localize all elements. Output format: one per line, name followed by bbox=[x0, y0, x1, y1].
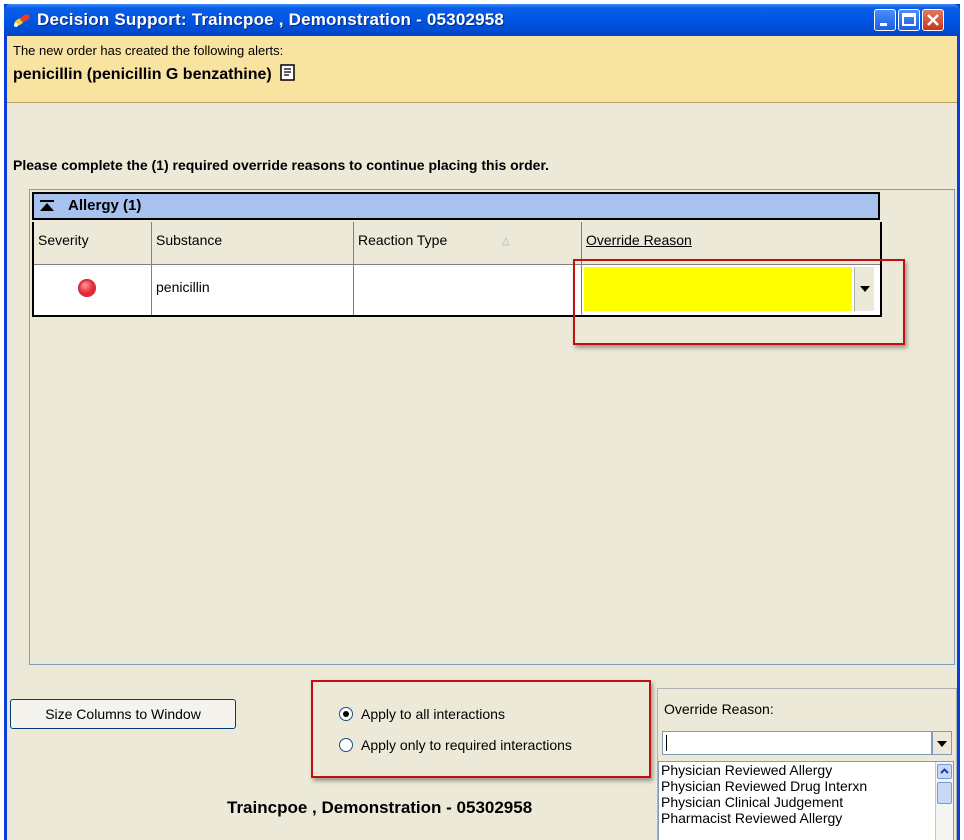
scroll-up-button[interactable] bbox=[937, 764, 952, 779]
alert-drug-name[interactable]: penicillin (penicillin G benzathine) bbox=[13, 66, 272, 83]
list-scrollbar[interactable] bbox=[935, 762, 953, 840]
maximize-icon bbox=[902, 13, 916, 26]
alert-intro-text: The new order has created the following … bbox=[13, 43, 284, 58]
substance-cell: penicillin bbox=[152, 265, 354, 315]
override-reason-list[interactable]: Physician Reviewed Allergy Physician Rev… bbox=[658, 761, 954, 840]
window-client-area: The new order has created the following … bbox=[7, 36, 957, 840]
window-title: Decision Support: Traincpoe , Demonstrat… bbox=[37, 10, 505, 29]
pills-icon bbox=[14, 14, 30, 27]
close-icon bbox=[927, 14, 939, 26]
collapse-arrow-icon[interactable] bbox=[40, 200, 54, 212]
list-item[interactable]: Physician Reviewed Allergy bbox=[659, 762, 953, 778]
minimize-icon bbox=[880, 23, 887, 26]
document-icon[interactable] bbox=[280, 64, 296, 81]
decision-support-window: Decision Support: Traincpoe , Demonstrat… bbox=[4, 4, 960, 840]
column-header-severity[interactable]: Severity bbox=[34, 222, 152, 264]
alert-panel: The new order has created the following … bbox=[7, 36, 957, 103]
allergy-group-label: Allergy (1) bbox=[68, 197, 142, 214]
text-caret bbox=[666, 735, 667, 751]
scroll-thumb[interactable] bbox=[937, 782, 952, 804]
list-item[interactable]: Physician Clinical Judgement bbox=[659, 794, 953, 810]
title-bar[interactable]: Decision Support: Traincpoe , Demonstrat… bbox=[4, 4, 960, 36]
override-reason-label: Override Reason: bbox=[664, 701, 774, 717]
reaction-type-label: Reaction Type bbox=[358, 232, 448, 248]
size-columns-button[interactable]: Size Columns to Window bbox=[10, 699, 236, 729]
list-item[interactable]: Physician Reviewed Drug Interxn bbox=[659, 778, 953, 794]
severity-cell bbox=[34, 265, 152, 315]
column-header-substance[interactable]: Substance bbox=[152, 222, 354, 264]
sort-ascending-icon: △ bbox=[502, 236, 510, 247]
chevron-up-icon bbox=[940, 768, 949, 774]
override-reason-input[interactable] bbox=[662, 731, 932, 755]
apply-options-highlight bbox=[311, 680, 651, 778]
override-reason-header-label: Override Reason bbox=[586, 232, 692, 248]
allergy-group-header[interactable]: Allergy (1) bbox=[32, 192, 880, 220]
column-header-override-reason[interactable]: Override Reason bbox=[582, 222, 880, 264]
instruction-text: Please complete the (1) required overrid… bbox=[13, 157, 550, 173]
maximize-button[interactable] bbox=[898, 9, 920, 31]
close-button[interactable] bbox=[922, 9, 944, 31]
minimize-button[interactable] bbox=[874, 9, 896, 31]
column-header-reaction-type[interactable]: Reaction Type △ bbox=[354, 222, 582, 264]
list-item[interactable]: Pharmacist Reviewed Allergy bbox=[659, 810, 953, 826]
patient-footer: Traincpoe , Demonstration - 05302958 bbox=[227, 798, 533, 817]
override-reason-dropdown-button[interactable] bbox=[932, 731, 952, 755]
override-reason-group: Override Reason: Physician Reviewed Alle… bbox=[657, 688, 957, 840]
reaction-type-cell bbox=[354, 265, 582, 315]
chevron-down-icon bbox=[937, 741, 947, 747]
alert-drug: penicillin (penicillin G benzathine) bbox=[13, 64, 296, 84]
severity-high-icon bbox=[78, 279, 96, 297]
override-reason-highlight bbox=[573, 259, 905, 345]
